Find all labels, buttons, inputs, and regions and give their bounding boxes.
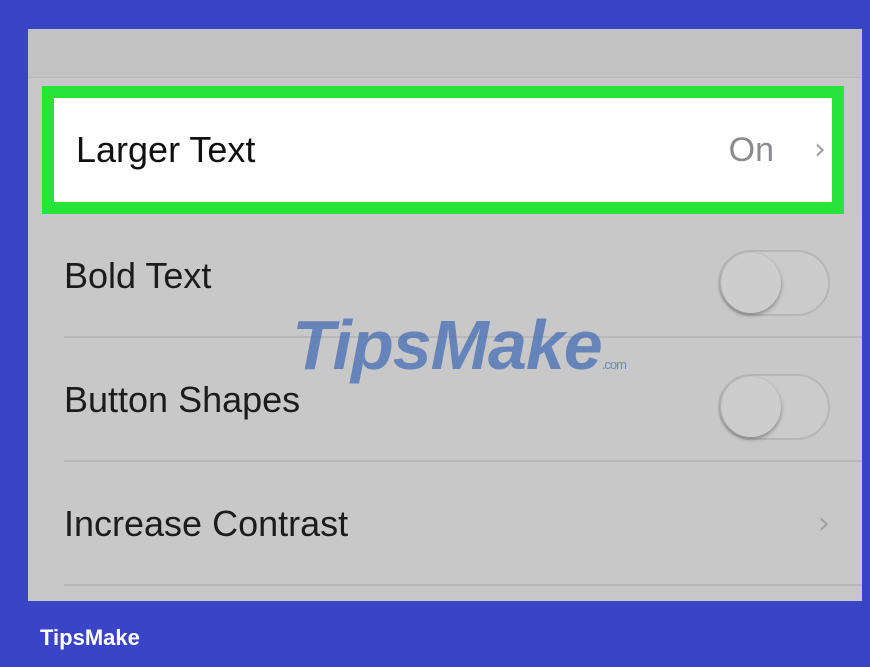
bold-text-toggle-knob <box>721 253 781 313</box>
watermark-tail: .com <box>601 357 627 372</box>
chevron-right-icon: › <box>818 506 830 541</box>
larger-text-row[interactable]: Larger Text On › <box>42 86 844 214</box>
bold-text-label: Bold Text <box>64 255 212 296</box>
button-shapes-toggle[interactable] <box>718 374 830 440</box>
increase-contrast-row[interactable]: Increase Contrast › <box>28 462 862 586</box>
larger-text-label: Larger Text <box>76 129 256 170</box>
row-divider <box>64 584 862 586</box>
button-shapes-label: Button Shapes <box>64 379 301 420</box>
increase-contrast-label: Increase Contrast <box>64 503 349 544</box>
button-shapes-toggle-knob <box>721 377 781 437</box>
chevron-right-icon: › <box>814 132 826 167</box>
watermark-text: TipsMake <box>292 306 603 384</box>
watermark-logo: TipsMake.com <box>292 305 627 385</box>
footer-brand-label: TipsMake <box>40 625 140 650</box>
larger-text-value: On <box>728 131 774 169</box>
top-section-strip <box>28 29 862 78</box>
bold-text-toggle[interactable] <box>718 250 830 316</box>
